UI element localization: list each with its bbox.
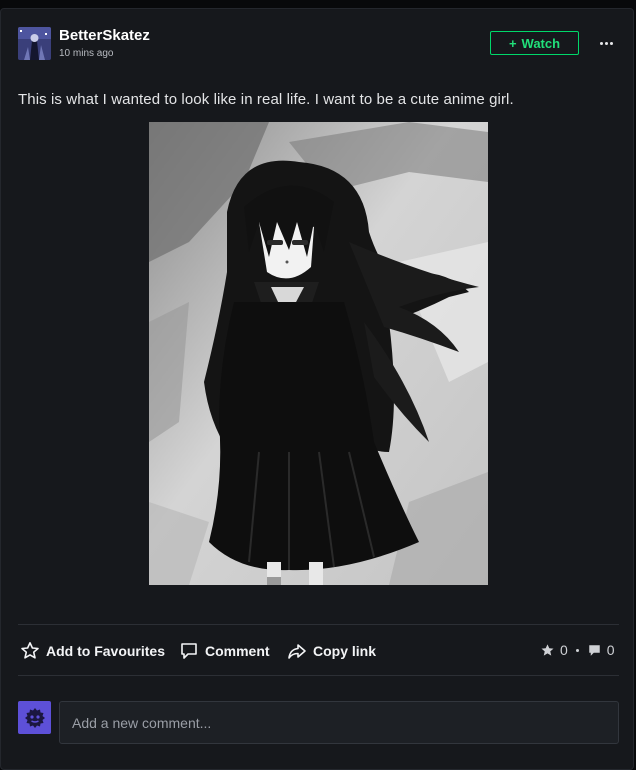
author-avatar[interactable]: [18, 27, 51, 60]
post-card: BetterSkatez 10 mins ago + Watch This is…: [0, 8, 634, 770]
watch-label: Watch: [521, 35, 561, 51]
add-to-favourites-label: Add to Favourites: [46, 643, 166, 659]
more-dots-icon: [599, 41, 603, 45]
post-stats: 0 0: [540, 642, 615, 658]
author-name[interactable]: BetterSkatez: [59, 27, 150, 44]
current-user-avatar[interactable]: [18, 701, 51, 734]
stats-separator: [575, 648, 579, 652]
actions-bottom-divider: [18, 675, 619, 676]
watch-button[interactable]: + Watch: [490, 31, 579, 55]
copy-link-label: Copy link: [313, 643, 377, 659]
post-artwork-image[interactable]: [149, 122, 488, 585]
share-arrow-icon: [288, 644, 306, 659]
comment-input[interactable]: [59, 701, 619, 744]
comments-count: 0: [606, 642, 615, 658]
plus-icon: +: [508, 35, 517, 51]
speech-bubble-icon: [181, 643, 197, 659]
actions-top-divider: [18, 624, 619, 625]
post-text: This is what I wanted to look like in re…: [18, 91, 514, 108]
more-options-button[interactable]: [595, 34, 617, 52]
star-outline-icon: [21, 642, 39, 659]
add-to-favourites-button[interactable]: Add to Favourites: [20, 638, 165, 664]
copy-link-button[interactable]: Copy link: [287, 638, 376, 664]
post-timestamp: 10 mins ago: [59, 48, 114, 59]
comment-label: Comment: [205, 643, 270, 659]
default-avatar-icon: [24, 707, 45, 728]
comment-button[interactable]: Comment: [179, 638, 270, 664]
star-filled-icon: [541, 643, 554, 656]
favourites-count: 0: [560, 642, 568, 658]
comment-filled-icon: [589, 644, 600, 656]
